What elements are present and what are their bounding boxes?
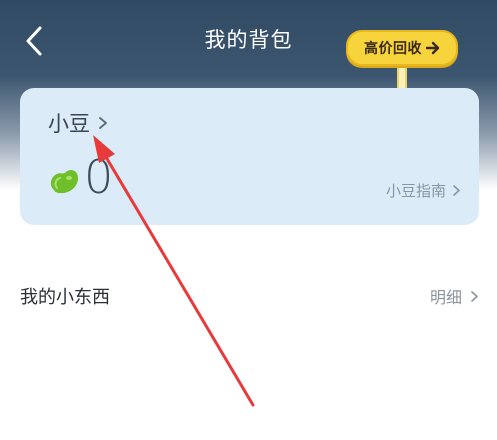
recycle-button[interactable]: 高价回收 — [346, 30, 458, 66]
bean-card-title-link[interactable]: 小豆 — [48, 108, 108, 138]
recycle-button-label: 高价回收 — [364, 41, 422, 57]
chevron-right-icon — [471, 290, 478, 302]
my-items-row: 我的小东西 明细 — [20, 280, 479, 312]
bean-guide-label: 小豆指南 — [385, 182, 446, 200]
recycle-widget: 高价回收 — [346, 30, 458, 90]
bean-card: 小豆 0 小豆指南 — [20, 88, 479, 225]
my-items-title: 我的小东西 — [20, 287, 110, 308]
chevron-right-icon — [453, 185, 460, 196]
bean-card-title: 小豆 — [48, 112, 90, 136]
arrow-right-icon — [426, 41, 440, 55]
chevron-right-icon — [99, 117, 107, 129]
green-bean-icon — [50, 170, 78, 194]
detail-link[interactable]: 明细 — [430, 284, 479, 308]
bean-count: 0 — [84, 150, 114, 204]
bean-guide-link[interactable]: 小豆指南 — [386, 180, 461, 201]
detail-label: 明细 — [429, 288, 462, 307]
